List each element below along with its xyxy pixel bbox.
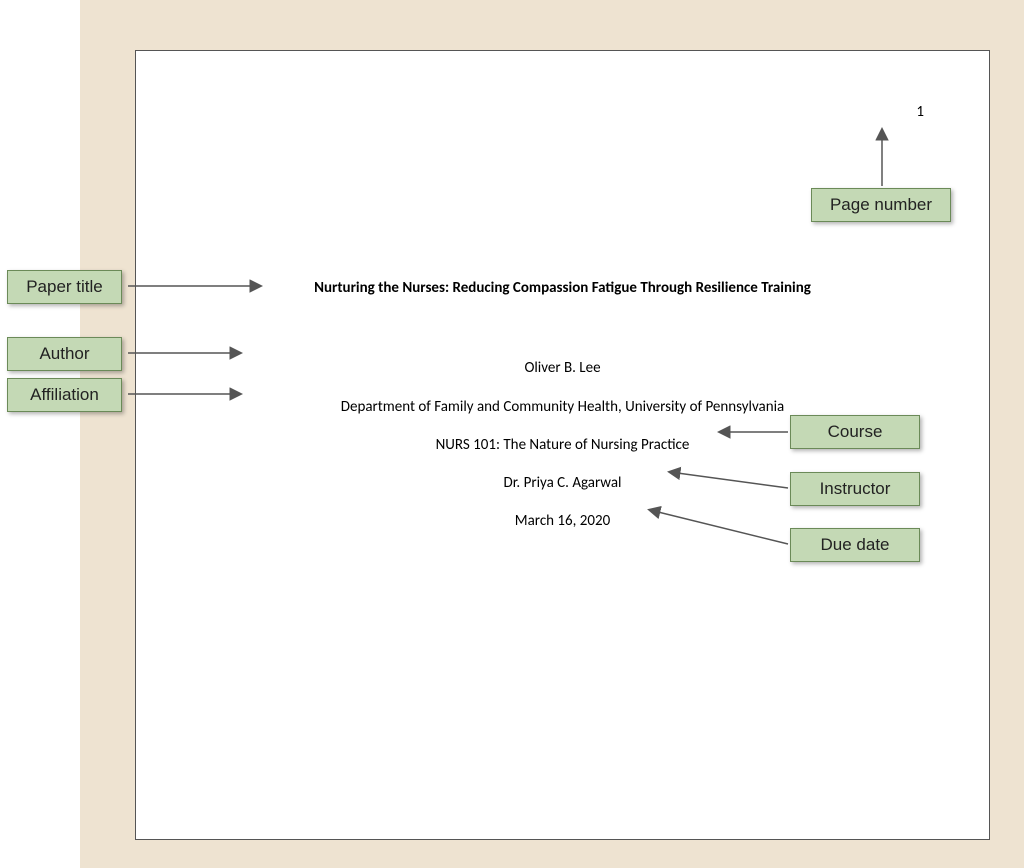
label-paper-title: Paper title <box>7 270 122 304</box>
label-due-date: Due date <box>790 528 920 562</box>
label-author: Author <box>7 337 122 371</box>
label-page-number: Page number <box>811 188 951 222</box>
label-affiliation: Affiliation <box>7 378 122 412</box>
label-course: Course <box>790 415 920 449</box>
page-number-text: 1 <box>916 103 924 121</box>
label-instructor: Instructor <box>790 472 920 506</box>
affiliation-text: Department of Family and Community Healt… <box>136 398 989 416</box>
paper-title-text: Nurturing the Nurses: Reducing Compassio… <box>136 279 989 297</box>
author-text: Oliver B. Lee <box>136 359 989 377</box>
